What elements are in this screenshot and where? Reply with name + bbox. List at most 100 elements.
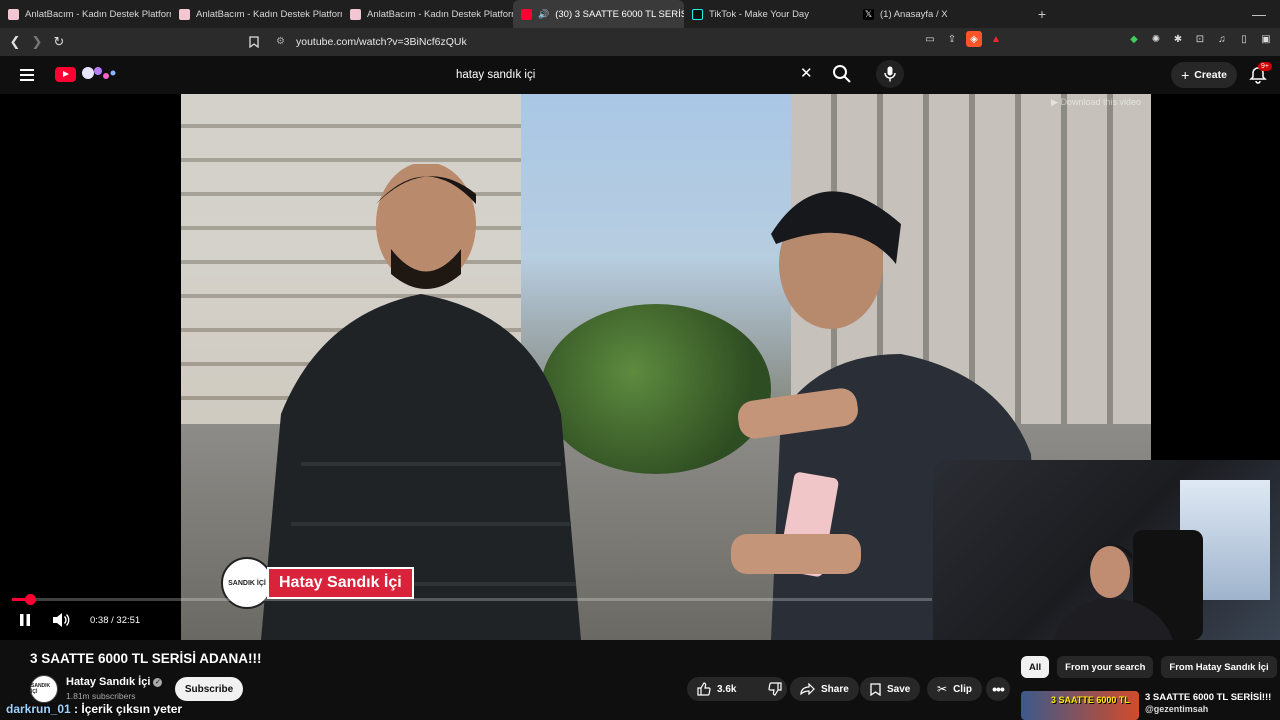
tab-favicon-icon <box>179 8 190 20</box>
cast-icon[interactable]: ▭ <box>922 31 938 47</box>
lower-third-label: Hatay Sandık İçi <box>267 567 414 599</box>
like-dislike-group: 3.6k <box>687 677 787 701</box>
chip-from-your-search[interactable]: From your search <box>1057 656 1154 678</box>
share-button[interactable]: Share <box>790 677 859 701</box>
address-bar[interactable]: ⚙ youtube.com/watch?v=3BiNcf6zQUk <box>270 31 1025 53</box>
youtube-logo-icon[interactable] <box>55 67 76 82</box>
recommended-thumbnail[interactable]: 3 SAATTE 6000 TL <box>1021 691 1139 720</box>
save-bookmark-icon <box>870 682 881 696</box>
volume-icon[interactable] <box>52 612 70 628</box>
verified-icon: ✓ <box>153 678 163 687</box>
subscriber-count: 1.81m subscribers <box>66 691 136 701</box>
extension-green-icon[interactable]: ◆ <box>1126 31 1142 47</box>
clear-search-icon[interactable]: ✕ <box>800 64 813 82</box>
thumbnail-text: 3 SAATTE 6000 TL <box>1051 695 1130 705</box>
notifications-badge: 9+ <box>1258 62 1272 71</box>
music-icon[interactable]: ♫ <box>1214 31 1230 47</box>
channel-avatar[interactable]: SANDIK İÇİ <box>30 675 58 703</box>
thumbs-down-icon <box>768 682 783 696</box>
search-icon[interactable] <box>832 64 852 84</box>
dislike-button[interactable] <box>758 677 792 701</box>
new-tab-button[interactable]: + <box>1032 6 1052 22</box>
streamer-webcam-overlay <box>933 460 1280 640</box>
like-button[interactable]: 3.6k <box>687 677 746 701</box>
more-dots-icon: ••• <box>992 681 1005 697</box>
create-label: Create <box>1194 69 1227 81</box>
browser-tab[interactable]: AnlatBacım - Kadın Destek Platformu <box>0 0 171 28</box>
reload-icon[interactable]: ↻ <box>48 31 70 53</box>
x-favicon-icon: 𝕏 <box>863 8 874 20</box>
chat-overlay-message: darkrun_01 : İçerik çıksın yeter <box>6 702 182 716</box>
browser-tab-active[interactable]: 🔊 (30) 3 SAATTE 6000 TL SERİSİ ✕ <box>513 0 684 28</box>
tiktok-favicon-icon <box>692 8 703 20</box>
youtube-favicon-icon <box>521 8 532 20</box>
bookmark-icon[interactable] <box>243 31 265 53</box>
tab-title: AnlatBacım - Kadın Destek Platformu <box>367 8 513 20</box>
clip-label: Clip <box>953 683 972 695</box>
channel-name-text: Hatay Sandık İçi <box>66 676 151 688</box>
share-label: Share <box>821 683 849 695</box>
more-actions-button[interactable]: ••• <box>986 677 1010 701</box>
pause-icon[interactable] <box>18 613 32 627</box>
create-button[interactable]: + Create <box>1171 62 1237 88</box>
browser-tab-bar: AnlatBacım - Kadın Destek Platformu Anla… <box>0 0 1280 28</box>
scrubber-handle[interactable] <box>24 594 36 605</box>
plus-icon: + <box>1181 67 1190 83</box>
minimize-icon[interactable]: — <box>1252 6 1266 22</box>
webcam-streamer <box>1053 544 1173 640</box>
microphone-icon <box>884 66 896 82</box>
tab-title: (1) Anasayfa / X <box>880 8 948 20</box>
youtube-header: hatay sandık içi ✕ + Create 9+ <box>0 56 1280 94</box>
chip-all[interactable]: All <box>1021 656 1050 678</box>
clip-button[interactable]: ✂ Clip <box>927 677 982 701</box>
menu-icon[interactable] <box>20 69 34 81</box>
recommended-title[interactable]: 3 SAATTE 6000 TL SERİSİ!!! <box>1145 691 1271 704</box>
browser-tab[interactable]: TikTok - Make Your Day <box>684 0 855 28</box>
related-filter-chips: All From your search From Hatay Sandık İ… <box>1021 656 1277 678</box>
youtube-doodle-icon[interactable] <box>80 65 118 83</box>
save-button[interactable]: Save <box>860 677 921 701</box>
tab-title: TikTok - Make Your Day <box>709 8 809 20</box>
share-icon <box>800 683 815 695</box>
forward-icon[interactable]: ❯ <box>26 31 48 53</box>
extensions-puzzle-icon[interactable]: ✱ <box>1170 31 1186 47</box>
recommended-video[interactable]: 3 SAATTE 6000 TL 3 SAATTE 6000 TL SERİSİ… <box>1021 691 1271 720</box>
browser-tab[interactable]: AnlatBacım - Kadın Destek Platformu <box>342 0 513 28</box>
download-video-watermark[interactable]: ▶ Download this video <box>1051 97 1141 108</box>
brave-rewards-icon[interactable]: ▲ <box>988 31 1004 47</box>
voice-search-button[interactable] <box>876 60 904 88</box>
back-icon[interactable]: ❮ <box>4 31 26 53</box>
tab-title: (30) 3 SAATTE 6000 TL SERİSİ <box>555 8 684 20</box>
wallet-icon[interactable]: ▣ <box>1258 31 1274 47</box>
search-input[interactable]: hatay sandık içi <box>443 61 826 89</box>
tab-favicon-icon <box>350 8 361 20</box>
like-count: 3.6k <box>717 683 737 695</box>
chip-from-channel[interactable]: From Hatay Sandık İçi <box>1161 656 1277 678</box>
channel-name[interactable]: Hatay Sandık İçi ✓ <box>66 676 163 688</box>
tab-favicon-icon <box>8 8 19 20</box>
thumbs-up-icon <box>697 682 711 696</box>
extensions-area: ▭ ⇪ ◈ ▲ ◆ ✺ ✱ ⊡ ♫ ▯ ▣ <box>922 31 1274 47</box>
video-player[interactable]: ▶ Download this video SANDIK İÇİ Hatay S… <box>0 94 1280 640</box>
extension-chatgpt-icon[interactable]: ✺ <box>1148 31 1164 47</box>
chat-username: darkrun_01 <box>6 702 71 716</box>
share-page-icon[interactable]: ⇪ <box>944 31 960 47</box>
time-display: 0:38 / 32:51 <box>80 612 151 628</box>
video-title: 3 SAATTE 6000 TL SERİSİ ADANA!!! <box>30 651 262 666</box>
subscribe-button[interactable]: Subscribe <box>175 677 243 701</box>
save-label: Save <box>887 683 911 695</box>
download-icon[interactable]: ⊡ <box>1192 31 1208 47</box>
video-info-area: 3 SAATTE 6000 TL SERİSİ ADANA!!! SANDIK … <box>0 640 1280 720</box>
site-info-icon[interactable]: ⚙ <box>276 36 288 48</box>
browser-tab[interactable]: AnlatBacım - Kadın Destek Platformu <box>171 0 342 28</box>
channel-logo: SANDIK İÇİ <box>221 557 273 609</box>
progress-bar[interactable] <box>12 594 932 605</box>
browser-tab[interactable]: 𝕏 (1) Anasayfa / X <box>855 0 1026 28</box>
brave-shield-icon[interactable]: ◈ <box>966 31 982 47</box>
tab-title: AnlatBacım - Kadın Destek Platformu <box>25 8 171 20</box>
chat-text: : İçerik çıksın yeter <box>70 702 183 716</box>
sidebar-icon[interactable]: ▯ <box>1236 31 1252 47</box>
recommended-channel[interactable]: @gezentimsah <box>1145 704 1271 714</box>
channel-lower-third: SANDIK İÇİ Hatay Sandık İçi <box>221 557 414 609</box>
